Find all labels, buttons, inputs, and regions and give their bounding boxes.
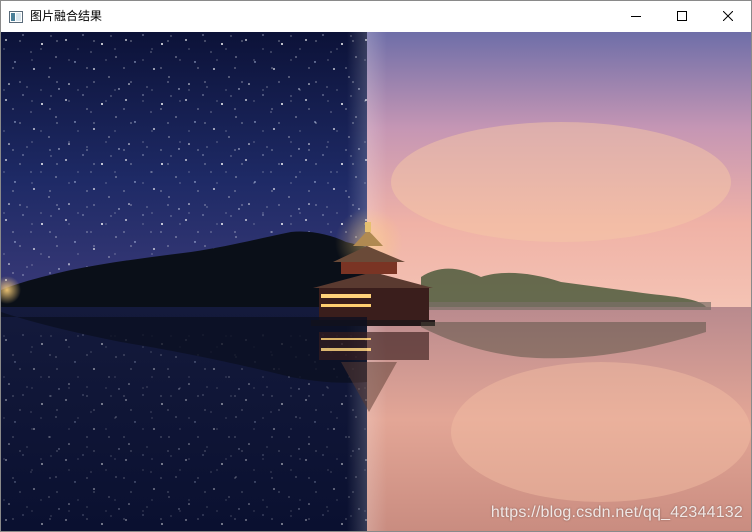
opencv-window-icon xyxy=(9,9,23,23)
blended-image: https://blog.csdn.net/qq_42344132 xyxy=(1,32,751,531)
watermark-text: https://blog.csdn.net/qq_42344132 xyxy=(490,504,743,521)
app-window: 图片融合结果 https://blog.csdn.net/qq_42344132 xyxy=(0,0,752,532)
window-title: 图片融合结果 xyxy=(30,9,103,23)
maximize-icon xyxy=(677,11,687,21)
window-controls xyxy=(613,1,751,31)
maximize-button[interactable] xyxy=(659,1,705,31)
minimize-icon xyxy=(631,11,641,21)
close-icon xyxy=(723,11,733,21)
blended-scene xyxy=(1,32,751,531)
title-bar[interactable]: 图片融合结果 xyxy=(1,1,751,31)
dusk-wall xyxy=(421,302,711,310)
close-button[interactable] xyxy=(705,1,751,31)
minimize-button[interactable] xyxy=(613,1,659,31)
